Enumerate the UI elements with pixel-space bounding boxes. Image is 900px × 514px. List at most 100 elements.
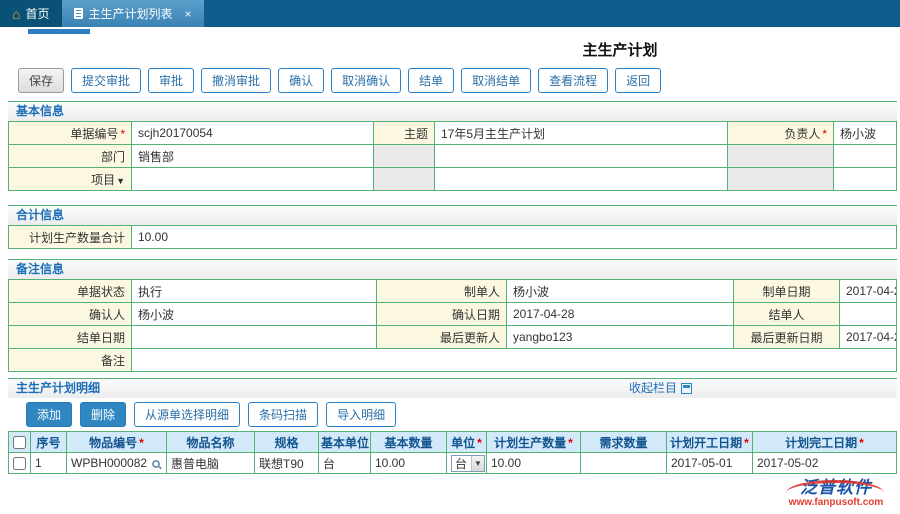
confirmer-label: 确认人 <box>9 303 132 326</box>
watermark-site: www.fanpusoft.com <box>776 497 896 509</box>
cell-base-unit: 台 <box>319 453 371 474</box>
required-asterisk: * <box>477 436 482 450</box>
required-asterisk: * <box>568 436 573 450</box>
update-date-value: 2017-04-28 <box>840 326 897 349</box>
unit-select[interactable]: 台 ▼ <box>451 455 485 472</box>
section-totals: 合计信息 <box>8 205 897 225</box>
section-detail: 主生产计划明细 收起栏目 <box>8 378 897 398</box>
select-all-checkbox[interactable] <box>13 436 26 449</box>
tab-bar: ⌂ 首页 主生产计划列表 × <box>0 0 900 27</box>
doc-no-label: 单据编号* <box>9 122 132 145</box>
tab-home[interactable]: ⌂ 首页 <box>0 0 62 27</box>
detail-toolbar: 添加 删除 从源单选择明细 条码扫描 导入明细 <box>8 398 897 431</box>
remarks-row-1: 单据状态 执行 制单人 杨小波 制单日期 2017-04-28 <box>9 280 897 303</box>
section-remarks-title: 备注信息 <box>16 260 64 279</box>
select-from-source-button[interactable]: 从源单选择明细 <box>134 402 240 427</box>
empty-field <box>834 145 897 168</box>
col-start-date: 计划开工日期* <box>667 432 753 453</box>
remarks-table: 单据状态 执行 制单人 杨小波 制单日期 2017-04-28 确认人 杨小波 … <box>8 279 897 372</box>
main-toolbar: 保存 提交审批 审批 撤消审批 确认 取消确认 结单 取消结单 查看流程 返回 <box>0 64 900 101</box>
closer-label: 结单人 <box>734 303 840 326</box>
cancel-confirm-button[interactable]: 取消确认 <box>331 68 401 93</box>
required-asterisk: * <box>120 127 125 141</box>
col-base-unit: 基本单位 <box>319 432 371 453</box>
cell-spec[interactable]: 联想T90 <box>255 453 319 474</box>
owner-field[interactable]: 杨小波 <box>834 122 897 145</box>
cell-base-qty[interactable]: 10.00 <box>371 453 447 474</box>
cell-start-date[interactable]: 2017-05-01 <box>667 453 753 474</box>
col-spec: 规格 <box>255 432 319 453</box>
tab-production-plan-list[interactable]: 主生产计划列表 × <box>62 0 203 27</box>
cell-plan-qty[interactable]: 10.00 <box>487 453 581 474</box>
empty-cell <box>374 168 435 191</box>
dept-label: 部门 <box>9 145 132 168</box>
empty-field <box>435 145 728 168</box>
tab-indicator-row <box>0 27 900 36</box>
view-flow-button[interactable]: 查看流程 <box>538 68 608 93</box>
detail-grid: 序号 物品编号* 物品名称 规格 基本单位 基本数量 单位* 计划生产数量* 需… <box>8 431 897 474</box>
approve-button[interactable]: 审批 <box>148 68 194 93</box>
cell-demand-qty[interactable] <box>581 453 667 474</box>
delete-row-button[interactable]: 删除 <box>80 402 126 427</box>
total-plan-qty-label: 计划生产数量合计 <box>9 226 132 249</box>
row-checkbox[interactable] <box>13 457 26 470</box>
confirm-date-label: 确认日期 <box>377 303 507 326</box>
required-asterisk: * <box>744 436 749 450</box>
row-checkbox-cell <box>9 453 31 474</box>
totals-table: 计划生产数量合计 10.00 <box>8 225 897 249</box>
make-date-value: 2017-04-28 <box>840 280 897 303</box>
page-title: 主生产计划 <box>582 39 657 63</box>
basic-row-2: 部门 销售部 <box>9 145 897 168</box>
note-field[interactable] <box>132 349 897 372</box>
back-button[interactable]: 返回 <box>615 68 661 93</box>
confirm-date-value: 2017-04-28 <box>507 303 734 326</box>
submit-approval-button[interactable]: 提交审批 <box>71 68 141 93</box>
col-item-name: 物品名称 <box>167 432 255 453</box>
caret-down-icon: ▼ <box>116 176 125 186</box>
required-asterisk: * <box>822 127 827 141</box>
update-date-label: 最后更新日期 <box>734 326 840 349</box>
import-detail-button[interactable]: 导入明细 <box>326 402 396 427</box>
subject-label: 主题 <box>374 122 435 145</box>
tab-active-label: 主生产计划列表 <box>88 5 172 22</box>
subject-field[interactable]: 17年5月主生产计划 <box>435 122 728 145</box>
project-field[interactable] <box>132 168 374 191</box>
maker-value: 杨小波 <box>507 280 734 303</box>
close-icon[interactable]: × <box>185 7 192 21</box>
project-label[interactable]: 项目▼ <box>9 168 132 191</box>
cell-item-name[interactable]: 惠普电脑 <box>167 453 255 474</box>
add-row-button[interactable]: 添加 <box>26 402 72 427</box>
col-end-date: 计划完工日期* <box>753 432 897 453</box>
empty-field <box>435 168 728 191</box>
empty-cell <box>374 145 435 168</box>
cancel-settle-button[interactable]: 取消结单 <box>461 68 531 93</box>
form-content: 基本信息 单据编号* scjh20170054 主题 17年5月主生产计划 负责… <box>0 101 900 474</box>
settle-button[interactable]: 结单 <box>408 68 454 93</box>
confirm-button[interactable]: 确认 <box>278 68 324 93</box>
cell-unit: 台 ▼ <box>447 453 487 474</box>
barcode-scan-button[interactable]: 条码扫描 <box>248 402 318 427</box>
col-end-date-text: 计划完工日期 <box>785 436 857 450</box>
cell-end-date[interactable]: 2017-05-02 <box>753 453 897 474</box>
total-plan-qty-value: 10.00 <box>132 226 897 249</box>
save-button[interactable]: 保存 <box>18 68 64 93</box>
fanpu-watermark: 泛普软件 www.fanpusoft.com <box>776 477 896 511</box>
owner-label-text: 负责人 <box>784 127 820 141</box>
caret-down-icon: ▼ <box>471 456 484 471</box>
section-totals-title: 合计信息 <box>16 206 64 225</box>
revoke-approval-button[interactable]: 撤消审批 <box>201 68 271 93</box>
remarks-row-3: 结单日期 最后更新人 yangbo123 最后更新日期 2017-04-28 <box>9 326 897 349</box>
collapse-columns-link[interactable]: 收起栏目 <box>629 379 692 398</box>
detail-grid-row: 1 WPBH000082 惠普电脑 联想T90 台 10.00 台 ▼ 10.0… <box>9 453 897 474</box>
doc-no-field[interactable]: scjh20170054 <box>132 122 374 145</box>
closer-value <box>840 303 897 326</box>
search-icon[interactable] <box>152 460 160 468</box>
section-remarks: 备注信息 <box>8 259 897 279</box>
basic-row-3: 项目▼ <box>9 168 897 191</box>
col-plan-qty-text: 计划生产数量 <box>494 436 566 450</box>
col-demand-qty: 需求数量 <box>581 432 667 453</box>
required-asterisk: * <box>139 436 144 450</box>
col-base-qty: 基本数量 <box>371 432 447 453</box>
dept-field[interactable]: 销售部 <box>132 145 374 168</box>
cell-item-no[interactable]: WPBH000082 <box>67 453 167 474</box>
